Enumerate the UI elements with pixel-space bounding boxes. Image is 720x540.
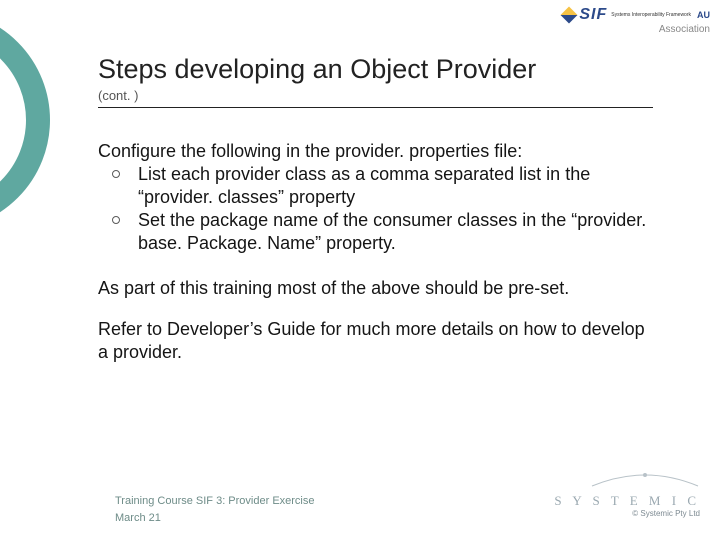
slide-subtitle: (cont. ) [98,88,658,103]
sif-logo-text: SIF [579,6,607,24]
sif-logo-block: SIF Systems Interoperability Framework A… [550,6,710,50]
sif-logo-association: Association [550,24,710,35]
list-item: Set the package name of the consumer cla… [98,209,658,255]
title-block: Steps developing an Object Provider (con… [98,55,658,108]
paragraph: Refer to Developer’s Guide for much more… [98,318,658,364]
systemic-logo: S Y S T E M I C © Systemic Pty Ltd [554,470,700,518]
bullet-list: List each provider class as a comma sepa… [98,163,658,255]
systemic-arc-icon [590,470,700,488]
copyright-text: © Systemic Pty Ltd [554,509,700,518]
systemic-wordmark: S Y S T E M I C [554,493,700,509]
title-rule [98,107,653,108]
slide-title: Steps developing an Object Provider [98,55,658,85]
paragraph: As part of this training most of the abo… [98,277,658,300]
sif-logo-region: AU [697,10,710,20]
list-item: List each provider class as a comma sepa… [98,163,658,209]
intro-paragraph: Configure the following in the provider.… [98,140,658,163]
body-content: Configure the following in the provider.… [98,140,658,382]
slide: 7 SIF Systems Interoperability Framework… [0,0,720,540]
page-number: 7 [3,117,33,140]
sif-diamond-icon [561,7,578,24]
sif-logo: SIF Systems Interoperability Framework A… [563,6,710,24]
sif-logo-tagline: Systems Interoperability Framework [611,13,691,18]
